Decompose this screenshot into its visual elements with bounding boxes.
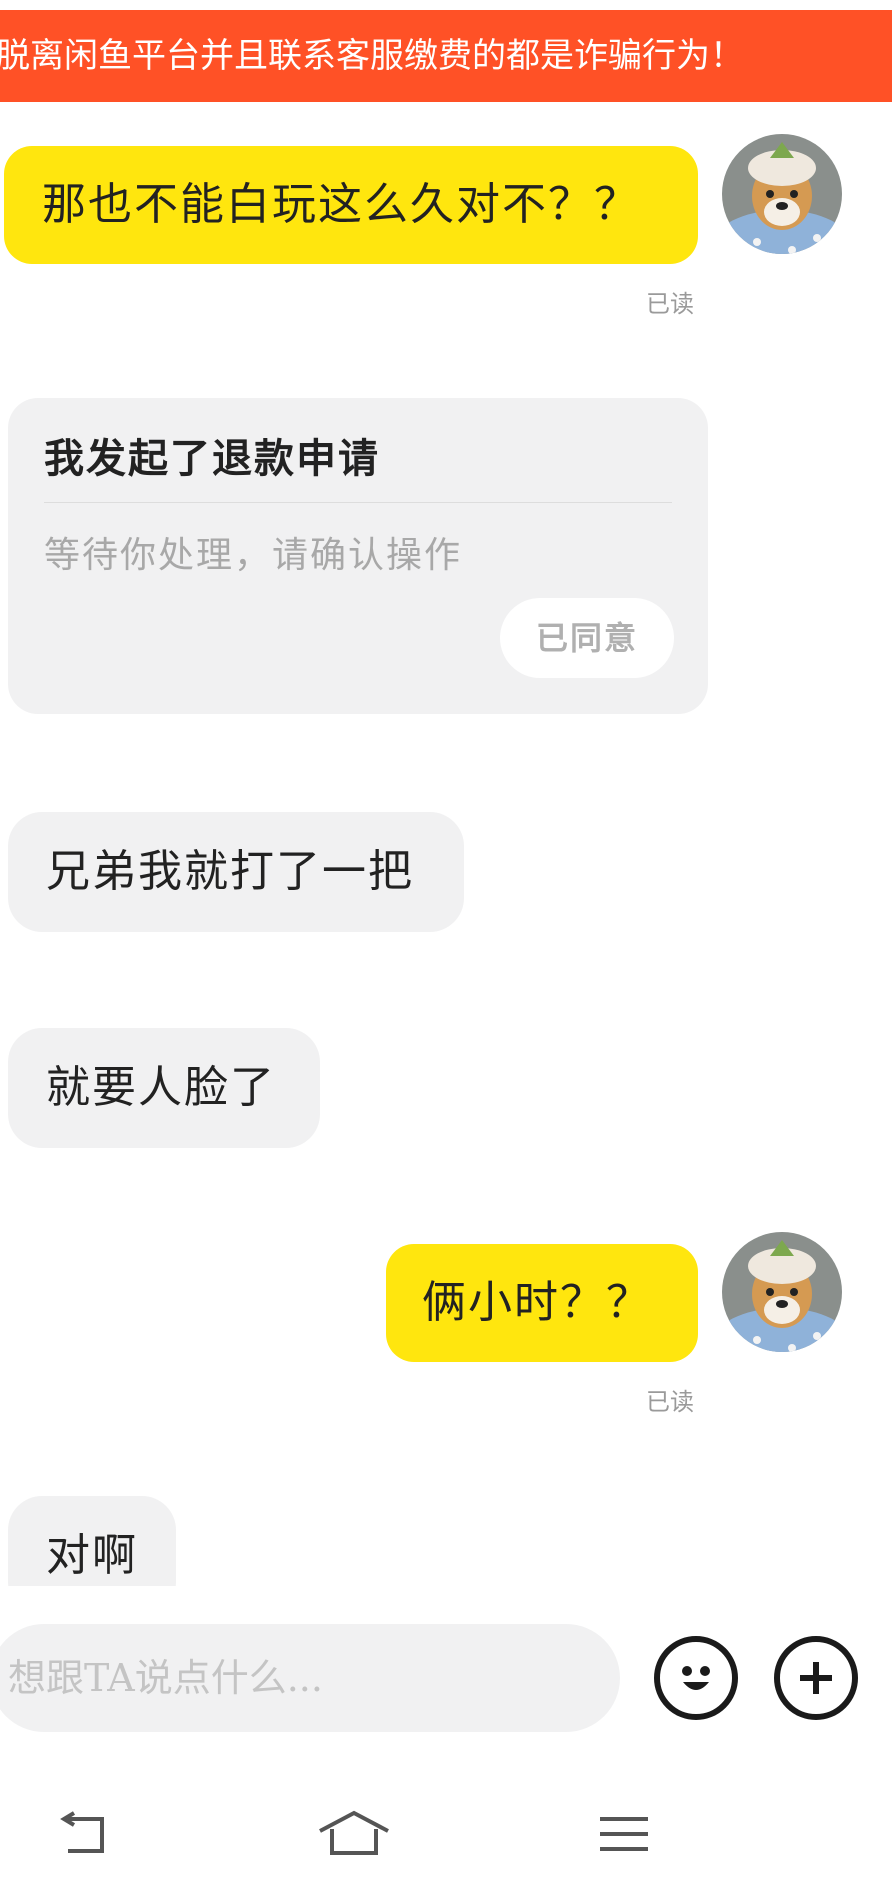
plus-button[interactable] (774, 1636, 858, 1720)
refund-card-description: 等待你处理，请确认操作 (44, 535, 463, 576)
dog-avatar-image (722, 134, 842, 254)
message-text: 俩小时？？ (422, 1277, 652, 1328)
message-input[interactable] (0, 1624, 620, 1732)
back-button[interactable] (42, 1802, 122, 1866)
home-button[interactable] (314, 1802, 394, 1866)
message-text: 兄弟我就打了一把 (46, 846, 414, 897)
divider (44, 502, 672, 503)
plus-circle-icon (800, 1662, 832, 1694)
message-bubble-other[interactable]: 就要人脸了 (8, 1028, 320, 1148)
fraud-warning-banner: 脱离闲鱼平台并且联系客服缴费的都是诈骗行为！ (0, 10, 892, 102)
refund-card-title: 我发起了退款申请 (44, 435, 380, 482)
refund-request-card: 我发起了退款申请 等待你处理，请确认操作 已同意 (8, 398, 708, 714)
home-icon (319, 1810, 389, 1855)
menu-button[interactable] (584, 1802, 664, 1866)
system-navigation-bar (0, 1776, 892, 1892)
message-text: 对啊 (46, 1530, 138, 1581)
message-text: 那也不能白玩这么久对不？？ (42, 179, 640, 230)
emoji-button[interactable] (654, 1636, 738, 1720)
message-composer (0, 1586, 892, 1776)
avatar[interactable] (722, 1232, 842, 1352)
fraud-warning-text: 脱离闲鱼平台并且联系客服缴费的都是诈骗行为！ (0, 36, 744, 76)
avatar[interactable] (722, 134, 842, 254)
menu-lines-icon (600, 1817, 648, 1851)
message-bubble-other[interactable]: 兄弟我就打了一把 (8, 812, 464, 932)
smile-face-icon (682, 1666, 710, 1690)
message-text: 就要人脸了 (46, 1062, 276, 1113)
dog-avatar-image (722, 1232, 842, 1352)
agreed-button[interactable]: 已同意 (500, 598, 674, 678)
message-bubble-self[interactable]: 俩小时？？ (386, 1244, 698, 1362)
read-status: 已读 (646, 290, 694, 318)
read-status: 已读 (646, 1388, 694, 1416)
message-bubble-self[interactable]: 那也不能白玩这么久对不？？ (4, 146, 698, 264)
back-arrow-icon (60, 1811, 104, 1853)
